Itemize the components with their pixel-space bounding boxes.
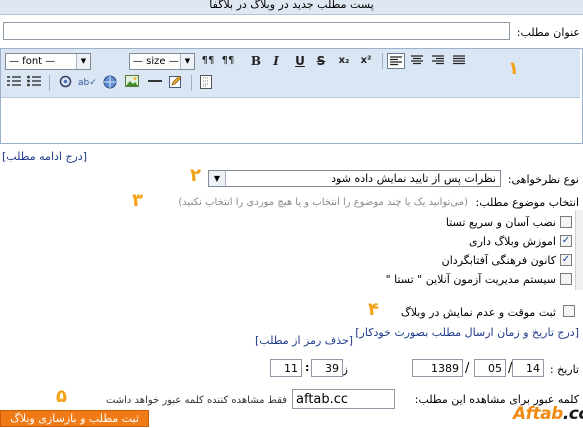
- remove-password-link[interactable]: [حذف رمز از مطلب]: [255, 334, 353, 347]
- callout-number-1: ۱: [508, 58, 519, 79]
- schedule-link[interactable]: [درج تاریخ و زمان ارسال مطلب بصورت خودکا…: [339, 326, 579, 339]
- time-separator: :: [305, 361, 310, 374]
- superscript-button[interactable]: x²: [357, 53, 375, 69]
- find-icon: [59, 75, 71, 88]
- horizontal-rule-icon: [148, 80, 162, 82]
- draft-checkbox[interactable]: [563, 305, 575, 317]
- italic-button[interactable]: I: [267, 53, 285, 69]
- chevron-down-icon: ▼: [180, 54, 194, 69]
- ltr-direction-icon[interactable]: ¶¶: [199, 53, 217, 69]
- post-title-label: عنوان مطلب:: [516, 26, 580, 39]
- date-separator: /: [508, 361, 513, 376]
- source-view-button[interactable]: [197, 75, 215, 91]
- toolbar-divider: [191, 75, 192, 91]
- hour-input[interactable]: [270, 359, 302, 377]
- horizontal-rule-button[interactable]: [146, 75, 164, 91]
- align-left-icon: [390, 56, 402, 66]
- month-input[interactable]: [474, 359, 506, 377]
- source-icon: [200, 75, 212, 89]
- insert-image-button[interactable]: [123, 75, 141, 91]
- date-separator: /: [465, 361, 470, 376]
- callout-number-2: ۲: [190, 165, 201, 186]
- password-input[interactable]: [292, 389, 395, 409]
- topic-checkbox-1[interactable]: [560, 216, 572, 228]
- callout-number-3: ۳: [132, 190, 143, 211]
- find-button[interactable]: [56, 75, 74, 91]
- topic-label-4: سیستم مدیریت آزمون آنلاین " تستا ": [385, 273, 556, 286]
- callout-number-4: ۴: [368, 299, 379, 320]
- topic-label-3: کانون فرهنگی آفتابگردان: [441, 254, 556, 267]
- image-icon: [125, 75, 139, 87]
- date-label: تاریخ :: [549, 363, 579, 376]
- underline-button[interactable]: U: [291, 53, 309, 69]
- topics-scrollbar[interactable]: [575, 210, 583, 290]
- ordered-list-button[interactable]: [5, 75, 23, 91]
- globe-link-icon: [103, 75, 117, 89]
- insert-continue-link[interactable]: [درج ادامه مطلب]: [2, 150, 87, 163]
- edit-html-button[interactable]: [167, 75, 185, 91]
- topics-label: انتخاب موضوع مطلب:: [475, 196, 579, 209]
- strikethrough-button[interactable]: S: [312, 53, 330, 69]
- justify-icon: [453, 55, 465, 65]
- spellcheck-button[interactable]: ab✓: [78, 75, 97, 91]
- align-center-icon: [411, 55, 423, 65]
- topic-label-1: نصب آسان و سریع تستا: [445, 216, 556, 229]
- unordered-list-icon: [27, 75, 41, 87]
- justify-button[interactable]: [450, 53, 468, 69]
- align-center-button[interactable]: [408, 53, 426, 69]
- align-left-button[interactable]: [387, 53, 405, 69]
- minute-input[interactable]: [311, 359, 343, 377]
- spellcheck-icon: ab✓: [78, 78, 97, 88]
- topic-checkbox-2[interactable]: ✓: [560, 235, 572, 247]
- size-select[interactable]: — size — ▼: [129, 53, 195, 70]
- page-title: پست مطلب جدید در وبلاگ در بلاگفا: [209, 0, 374, 11]
- edit-icon: [169, 75, 182, 88]
- editor-toolbar: — font — ▼ — size — ▼ ¶¶ ¶¶ B I U S x₂ x…: [1, 49, 580, 98]
- chevron-down-icon: ▼: [76, 54, 90, 69]
- topics-hint: (می‌توانید یک یا چند موضوع را انتخاب و ی…: [178, 197, 468, 208]
- comments-select[interactable]: ▼ نظرات پس از تایید نمایش داده شود: [208, 170, 501, 187]
- submit-button[interactable]: ثبت مطلب و بازسازی وبلاگ: [0, 410, 149, 427]
- align-right-icon: [432, 55, 444, 65]
- comments-selected-value: نظرات پس از تایید نمایش داده شود: [331, 172, 496, 185]
- font-select[interactable]: — font — ▼: [5, 53, 91, 70]
- unordered-list-button[interactable]: [25, 75, 43, 91]
- align-right-button[interactable]: [429, 53, 447, 69]
- bold-button[interactable]: B: [247, 53, 265, 69]
- password-hint: فقط مشاهده کننده کلمه عبور خواهد داشت: [105, 395, 287, 406]
- font-select-label: — font —: [9, 56, 56, 67]
- aftab-logo: Aftab.cc: [513, 404, 583, 424]
- post-title-input[interactable]: [3, 22, 510, 40]
- topic-label-2: اموزش وبلاگ داری: [468, 235, 556, 248]
- topic-checkbox-4[interactable]: [560, 273, 572, 285]
- size-select-label: — size —: [133, 56, 179, 67]
- rtl-direction-icon[interactable]: ¶¶: [219, 53, 237, 69]
- topic-checkbox-3[interactable]: ✓: [560, 254, 572, 266]
- comments-label: نوع نظرخواهی:: [507, 173, 579, 186]
- day-input[interactable]: [512, 359, 544, 377]
- draft-label: ثبت موقت و عدم نمایش در وبلاگ: [400, 306, 556, 319]
- callout-number-5: ۵: [56, 386, 67, 407]
- ordered-list-icon: [7, 76, 21, 86]
- chevron-down-icon: ▼: [209, 171, 226, 186]
- year-input[interactable]: [412, 359, 463, 377]
- toolbar-divider: [49, 75, 50, 91]
- toolbar-divider: [382, 53, 383, 69]
- link-button[interactable]: [101, 75, 119, 91]
- page-header: پست مطلب جدید در وبلاگ در بلاگفا: [0, 0, 583, 15]
- subscript-button[interactable]: x₂: [335, 53, 353, 69]
